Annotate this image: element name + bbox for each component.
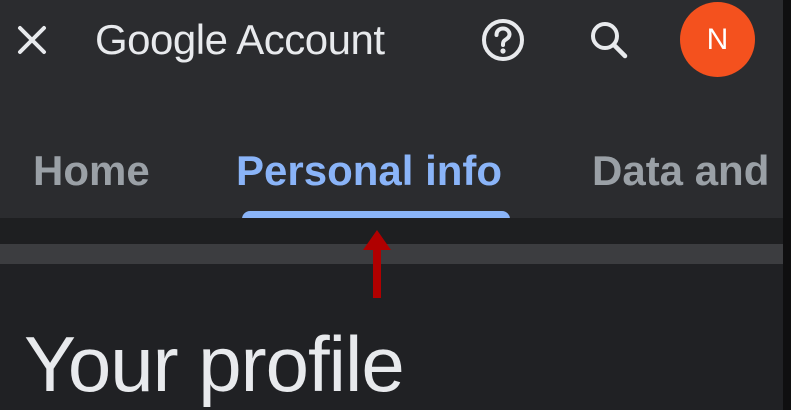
- page-heading: Your profile: [24, 320, 405, 408]
- app-title: Google Account: [95, 16, 385, 63]
- top-app-bar: Google Account N Home Personal info Data…: [0, 0, 783, 218]
- search-icon: [591, 22, 628, 59]
- tab-personal-info[interactable]: Personal info: [236, 140, 502, 202]
- help-button[interactable]: [479, 16, 527, 64]
- app-screen: Google Account N Home Personal info Data…: [0, 0, 791, 410]
- help-circle-icon: [482, 19, 524, 61]
- tab-bar: Home Personal info Data and: [0, 140, 783, 218]
- tab-data-and-privacy[interactable]: Data and: [592, 140, 769, 202]
- red-up-arrow-icon: [363, 230, 391, 298]
- right-edge: [783, 0, 791, 410]
- close-button[interactable]: [12, 20, 52, 60]
- search-button[interactable]: [585, 16, 633, 64]
- account-avatar[interactable]: N: [680, 2, 755, 77]
- selected-tab-indicator: [242, 211, 510, 218]
- tab-home[interactable]: Home: [33, 140, 150, 202]
- close-icon: [18, 26, 46, 54]
